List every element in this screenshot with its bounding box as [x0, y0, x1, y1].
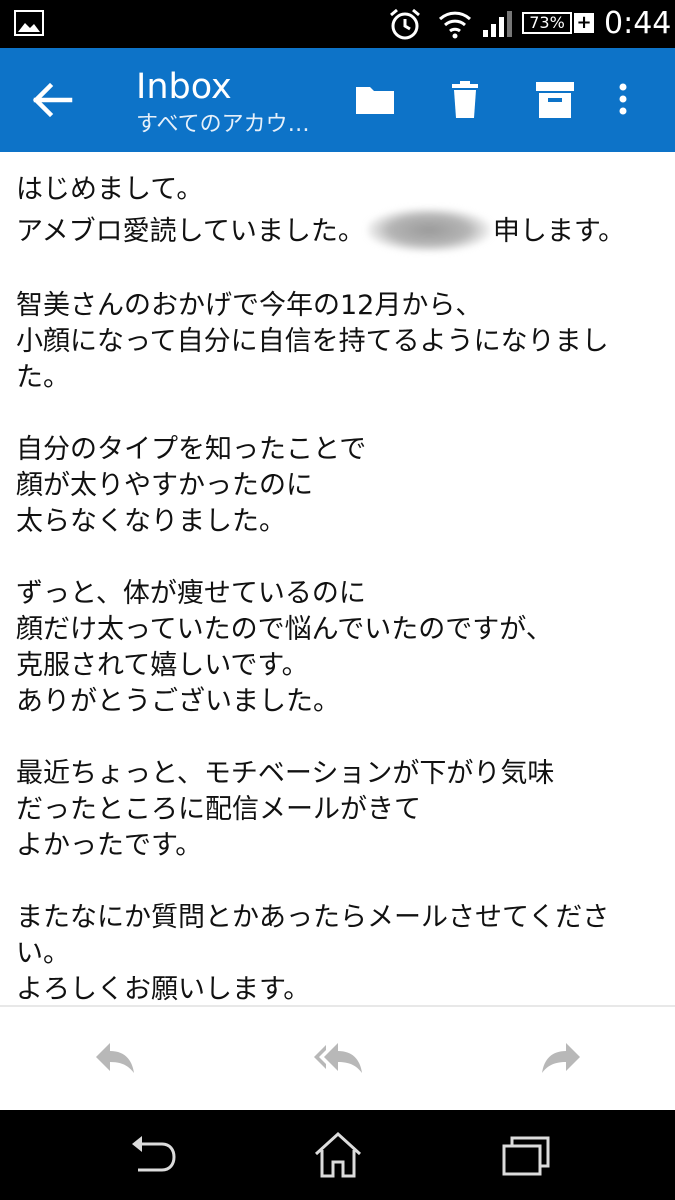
- message-line: ずっと、体が痩せているのに: [16, 578, 366, 609]
- message-line: 智美さんのおかげで今年の12月から、: [16, 290, 483, 321]
- folder-icon[interactable]: [352, 76, 398, 122]
- message-line: 最近ちょっと、モチベーションが下がり気味: [16, 758, 555, 789]
- gallery-icon: [14, 10, 44, 36]
- status-time: 0:44: [604, 6, 672, 41]
- message-line: よろしくお願いします。: [16, 974, 311, 1005]
- recents-icon[interactable]: [500, 1130, 552, 1180]
- message-paragraph: またなにか質問とかあったらメールさせてくださ い。 よろしくお願いします。: [16, 900, 656, 1008]
- back-arrow-icon[interactable]: [30, 78, 74, 122]
- message-paragraph: 智美さんのおかげで今年の12月から、 小顔になって自分に自信を持てるようになりま…: [16, 288, 656, 396]
- system-nav-bar: [0, 1110, 675, 1200]
- blurred-name: [366, 208, 491, 252]
- archive-icon[interactable]: [532, 76, 578, 122]
- home-icon[interactable]: [312, 1130, 364, 1180]
- reply-icon[interactable]: [88, 1037, 140, 1081]
- message-paragraph: 自分のタイプを知ったことで 顔が太りやすかったのに 太らなくなりました。: [16, 432, 656, 540]
- message-line: アメブロ愛読していました。 申します。: [16, 208, 656, 252]
- message-line: 太らなくなりました。: [16, 506, 286, 537]
- account-selector[interactable]: すべてのアカウ…: [136, 110, 310, 140]
- message-paragraph: ずっと、体が痩せているのに 顔だけ太っていたので悩んでいたのですが、 克服されて…: [16, 576, 656, 720]
- reply-actions-bar: [0, 1007, 675, 1110]
- status-bar: 73% + 0:44: [0, 0, 675, 48]
- message-line: はじめまして。: [16, 174, 204, 205]
- message-line: よかったです。: [16, 830, 203, 861]
- wifi-icon: [438, 9, 472, 39]
- alarm-icon: [388, 7, 422, 41]
- forward-icon[interactable]: [536, 1037, 588, 1081]
- message-paragraph: はじめまして。 アメブロ愛読していました。 申します。: [16, 172, 656, 252]
- app-bar: Inbox すべてのアカウ…: [0, 48, 675, 152]
- reply-all-icon[interactable]: [312, 1037, 364, 1081]
- message-paragraph: 最近ちょっと、モチベーションが下がり気味 だったところに配信メールがきて よかっ…: [16, 756, 656, 864]
- more-vert-icon[interactable]: [610, 76, 636, 122]
- signal-icon: [482, 10, 514, 38]
- message-line: 顔だけ太っていたので悩んでいたのですが、: [16, 614, 553, 645]
- message-line: 小顔になって自分に自信を持てるようになりまし: [16, 326, 609, 357]
- trash-icon[interactable]: [442, 76, 488, 122]
- message-line: 顔が太りやすかったのに: [16, 470, 313, 501]
- message-line: だったところに配信メールがきて: [16, 794, 421, 825]
- page-title: Inbox: [136, 67, 232, 107]
- message-line: た。: [16, 362, 70, 393]
- battery-icon: 73% +: [522, 10, 594, 38]
- nav-back-icon[interactable]: [126, 1130, 178, 1180]
- message-line: またなにか質問とかあったらメールさせてくださ: [16, 902, 610, 933]
- message-line: 克服されて嬉しいです。: [16, 650, 309, 681]
- message-line: ありがとうございました。: [16, 686, 340, 717]
- message-body: はじめまして。 アメブロ愛読していました。 申します。 智美さんのおかげで今年の1…: [16, 172, 656, 1008]
- message-line: い。: [16, 938, 70, 969]
- charging-plus-icon: +: [574, 13, 594, 33]
- battery-percent: 73%: [522, 12, 572, 34]
- message-line: 自分のタイプを知ったことで: [16, 434, 367, 465]
